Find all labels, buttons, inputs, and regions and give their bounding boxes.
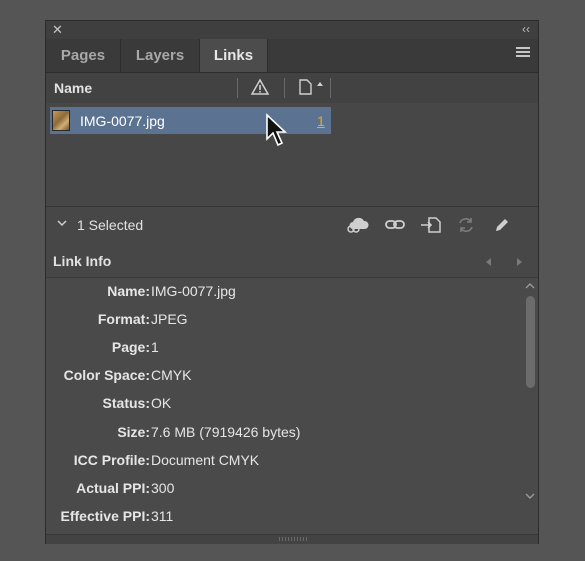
info-label: Size: (117, 424, 150, 440)
chevron-down-icon[interactable] (56, 217, 68, 229)
info-value: JPEG (151, 311, 188, 327)
info-scrollbar[interactable] (522, 278, 538, 508)
links-list: IMG-0077.jpg 1 (46, 103, 538, 206)
link-info-title: Link Info (53, 253, 112, 269)
info-value: Document CMYK (151, 452, 260, 468)
grip-icon (279, 537, 307, 541)
tab-links[interactable]: Links (200, 39, 268, 72)
panel-tabs: Pages Layers Links (46, 39, 538, 73)
previous-link-icon[interactable] (484, 257, 494, 267)
info-value: 300 (151, 480, 175, 496)
update-link-icon[interactable] (456, 215, 476, 235)
info-label: Effective PPI: (60, 508, 150, 524)
info-value: IMG-0077.jpg (151, 283, 236, 299)
close-icon[interactable]: ✕ (52, 22, 63, 38)
collapse-icon[interactable]: ‹‹ (522, 22, 530, 36)
page-sort-icon[interactable] (297, 78, 327, 96)
go-to-link-icon[interactable] (419, 215, 443, 235)
column-divider[interactable] (284, 78, 285, 98)
scroll-up-icon[interactable] (525, 282, 535, 290)
info-label: Page: (111, 339, 150, 355)
scroll-down-icon[interactable] (525, 492, 535, 500)
link-info-body: Name: IMG-0077.jpg Format: JPEG Page: 1 … (46, 278, 538, 535)
info-value: 311 (151, 508, 174, 524)
warning-icon[interactable] (250, 78, 270, 96)
info-value: 1 (151, 339, 159, 355)
info-row-size: Size: 7.6 MB (7919426 bytes) (46, 419, 522, 447)
info-label: Actual PPI: (76, 480, 150, 496)
info-row-format: Format: JPEG (46, 306, 522, 334)
info-row-color-space: Color Space: CMYK (46, 362, 522, 390)
tab-pages[interactable]: Pages (46, 39, 121, 72)
panel-resize-handle[interactable] (46, 534, 538, 544)
info-label: Format: (97, 311, 150, 327)
link-row[interactable]: IMG-0077.jpg 1 (50, 107, 331, 134)
link-page-number[interactable]: 1 (317, 113, 325, 129)
column-divider[interactable] (330, 78, 331, 98)
link-thumbnail (52, 110, 70, 131)
links-toolbar: 1 Selected (46, 206, 538, 244)
info-row-page: Page: 1 (46, 334, 522, 362)
info-row-actual-ppi: Actual PPI: 300 (46, 475, 522, 503)
tab-layers[interactable]: Layers (121, 39, 200, 72)
info-value: 7.6 MB (7919426 bytes) (151, 424, 301, 440)
info-label: ICC Profile: (73, 452, 150, 468)
scroll-thumb[interactable] (526, 296, 535, 388)
info-row-icc-profile: ICC Profile: Document CMYK (46, 447, 522, 475)
info-label: Name: (107, 283, 150, 299)
info-row-effective-ppi: Effective PPI: 311 (46, 503, 522, 531)
info-row-name: Name: IMG-0077.jpg (46, 278, 522, 306)
info-value: CMYK (151, 367, 192, 383)
next-link-icon[interactable] (514, 257, 524, 267)
links-panel: ✕ ‹‹ Pages Layers Links Name IMG-0077.jp… (45, 20, 539, 544)
mouse-cursor-icon (266, 113, 287, 147)
selection-count: 1 Selected (77, 217, 144, 233)
info-label: Color Space: (63, 367, 150, 383)
column-header: Name (46, 73, 538, 104)
cloud-link-icon[interactable] (345, 215, 371, 235)
relink-icon[interactable] (384, 215, 406, 235)
info-value: OK (151, 395, 172, 411)
link-info-header: Link Info (46, 243, 538, 278)
column-divider[interactable] (237, 78, 238, 98)
panel-menu-icon[interactable] (516, 47, 530, 59)
panel-titlebar: ✕ ‹‹ (46, 21, 538, 39)
link-name: IMG-0077.jpg (80, 113, 165, 129)
column-name-header[interactable]: Name (54, 80, 92, 96)
edit-original-icon[interactable] (492, 215, 512, 235)
info-label: Status: (102, 395, 150, 411)
info-row-status: Status: OK (46, 390, 522, 418)
